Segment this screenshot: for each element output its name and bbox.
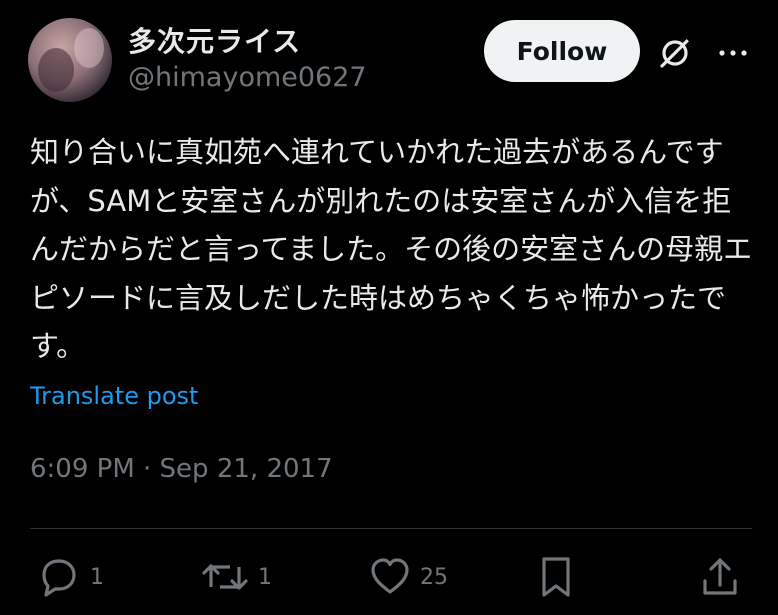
- avatar[interactable]: [28, 18, 112, 102]
- follow-button[interactable]: Follow: [484, 20, 640, 82]
- more-horizontal-icon[interactable]: [716, 38, 750, 68]
- avatar-shade: [38, 48, 74, 92]
- divider: [30, 528, 752, 529]
- reply-count: 1: [90, 564, 104, 590]
- share-button[interactable]: [700, 555, 740, 599]
- grok-slash-icon[interactable]: [656, 34, 694, 72]
- reply-bubble-icon: [36, 555, 82, 599]
- bookmark-button[interactable]: [536, 555, 576, 599]
- author-display-name[interactable]: 多次元ライス: [128, 20, 301, 60]
- repost-icon: [200, 555, 250, 599]
- bookmark-icon: [536, 555, 576, 599]
- share-icon: [700, 555, 740, 599]
- repost-count: 1: [258, 564, 272, 590]
- repost-button[interactable]: 1: [200, 555, 272, 599]
- like-count: 25: [420, 564, 448, 590]
- tweet-text: 知り合いに真如苑へ連れていかれた過去があるんですが、SAMと安室さんが別れたのは…: [30, 135, 753, 363]
- translate-post-link[interactable]: Translate post: [30, 382, 198, 410]
- avatar-highlight: [74, 28, 104, 68]
- like-button[interactable]: 25: [368, 555, 448, 599]
- reply-button[interactable]: 1: [36, 555, 104, 599]
- heart-icon: [368, 555, 412, 599]
- post-timestamp[interactable]: 6:09 PM · Sep 21, 2017: [30, 454, 333, 484]
- tweet-card: 多次元ライス @himayome0627 Follow 知り合いに真如苑へ連れて…: [0, 0, 778, 615]
- author-handle[interactable]: @himayome0627: [128, 62, 367, 93]
